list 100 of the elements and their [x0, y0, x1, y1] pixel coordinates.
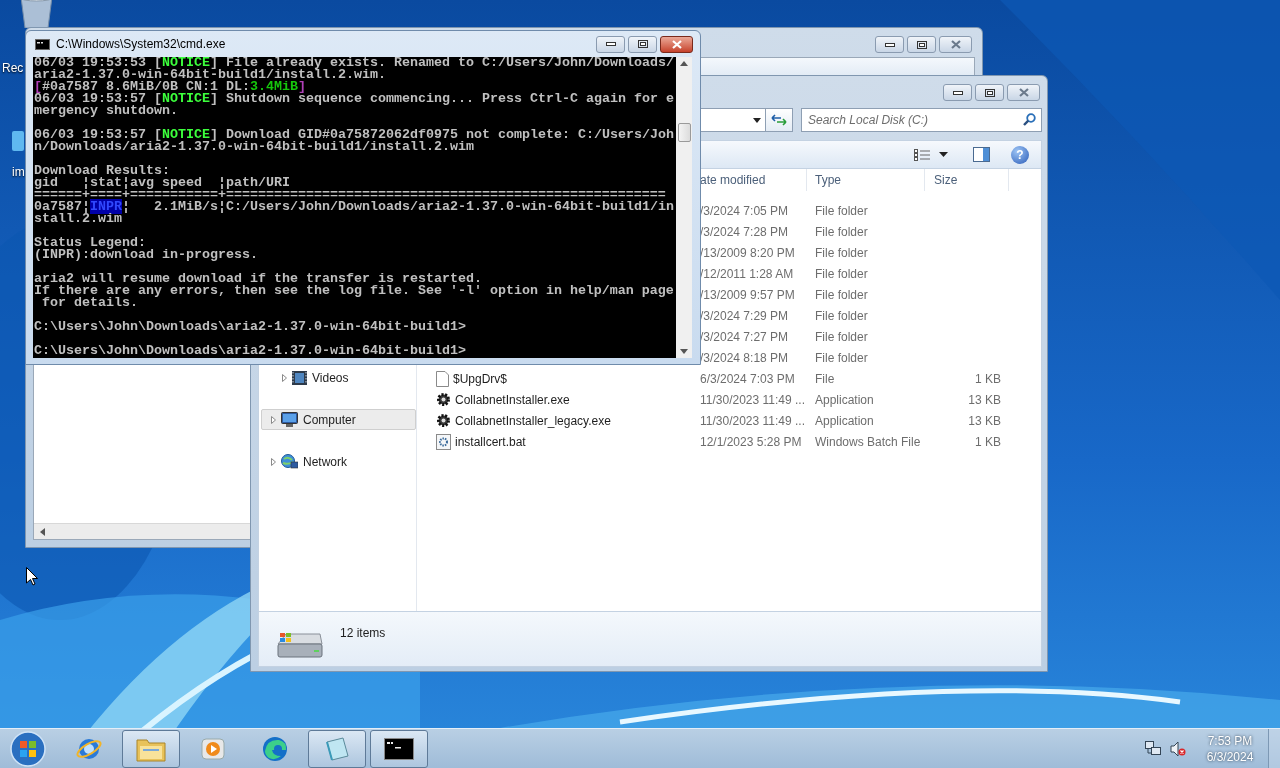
browser-icon	[261, 734, 289, 763]
terminal-icon	[384, 737, 414, 760]
type-cell: File folder	[815, 245, 868, 260]
globe-icon	[281, 454, 298, 469]
date-cell: 12/1/2023 5:28 PM	[700, 434, 802, 449]
caret-icon[interactable]	[753, 117, 761, 123]
date-cell: /3/2024 7:28 PM	[700, 224, 789, 239]
console-line: 06/03 19:53:57 [NOTICE] Download GID#0a75872062df0975 not complete: C:/Users/Joh	[34, 129, 675, 141]
console-line: aria2-1.37.0-win-64bit-build1/install.2.wim.	[34, 69, 387, 81]
type-cell: File folder	[815, 287, 868, 302]
console-line: 06/03 19:53:53 [NOTICE] File already exists. Renamed to C:/Users/John/Downloads/	[34, 57, 675, 69]
icon-label[interactable]: Rec	[2, 59, 24, 77]
console-line: n/Downloads/aria2-1.37.0-win-64bit-build1/install.2.wim	[34, 141, 475, 153]
document-icon	[436, 370, 449, 387]
console-line: mergency shutdown.	[34, 105, 179, 117]
expand-arrow-icon[interactable]	[271, 415, 276, 424]
console-line: Download Results:	[34, 165, 170, 177]
refresh-button[interactable]	[766, 108, 793, 132]
type-cell: File folder	[815, 203, 868, 218]
nav-item[interactable]: Network	[261, 451, 416, 472]
scrollbar[interactable]	[34, 523, 250, 539]
close-icon	[671, 39, 682, 49]
minimize-icon	[884, 42, 895, 47]
icon-label[interactable]: im	[12, 163, 25, 181]
scroll-down-icon[interactable]	[680, 349, 688, 354]
drive-icon	[276, 630, 324, 660]
minimize-button[interactable]	[875, 36, 904, 53]
minimize-icon	[952, 90, 963, 95]
nav-item[interactable]: Videos	[261, 367, 416, 388]
date-cell: /3/2024 7:27 PM	[700, 329, 789, 344]
date-cell: 11/30/2023 11:49 ...	[700, 413, 805, 428]
maximize-icon	[916, 40, 927, 49]
expand-arrow-icon[interactable]	[271, 457, 276, 466]
type-cell: Application	[815, 392, 874, 407]
gear-icon	[436, 413, 451, 428]
close-icon	[1018, 88, 1029, 97]
terminal-icon	[35, 38, 50, 50]
address-field[interactable]	[700, 108, 766, 132]
type-cell: File folder	[815, 224, 868, 239]
speaker-muted-icon[interactable]	[1170, 740, 1186, 757]
console-line: 06/03 19:53:57 [NOTICE] Shutdown sequence commencing... Press Ctrl-C again for e	[34, 93, 675, 105]
scroll-up-icon[interactable]	[680, 61, 688, 66]
notepad-icon	[323, 735, 351, 762]
search-field[interactable]: Search Local Disk (C:)	[801, 108, 1042, 132]
date-cell: /13/2009 9:57 PM	[700, 287, 795, 302]
refresh-icon	[771, 114, 787, 126]
gear-icon	[436, 392, 451, 407]
date-cell: /12/2011 1:28 AM	[700, 266, 794, 281]
caret-icon[interactable]	[939, 152, 948, 157]
view-options-icon[interactable]	[914, 148, 930, 161]
console-line: C:\Users\John\Downloads\aria2-1.37.0-win-64bit-build1>	[34, 345, 467, 357]
file-name[interactable]: $UpgDrv$	[453, 369, 508, 388]
minimize-button[interactable]	[943, 84, 972, 101]
item-count: 12 items	[340, 625, 386, 642]
file-name[interactable]: CollabnetInstaller.exe	[455, 390, 570, 409]
search-icon[interactable]	[1023, 113, 1036, 126]
type-cell: File folder	[815, 308, 868, 323]
close-button[interactable]	[660, 35, 693, 53]
size-cell-text: 13 KB	[968, 391, 1001, 409]
computer-icon	[281, 412, 298, 427]
maximize-button[interactable]	[907, 36, 936, 53]
console-line: stall.2.wim	[34, 213, 123, 225]
gear-document-icon	[436, 433, 451, 450]
network-icon[interactable]	[1145, 740, 1161, 757]
console-line: gid ¦stat¦avg speed ¦path/URI	[34, 177, 291, 189]
maximize-icon	[984, 88, 995, 97]
file-name[interactable]: CollabnetInstaller_legacy.exe	[455, 411, 611, 430]
expand-arrow-icon[interactable]	[282, 373, 287, 382]
scroll-left-icon[interactable]	[40, 527, 46, 536]
show-desktop-button[interactable]	[1268, 728, 1280, 768]
image-icon[interactable]	[11, 130, 24, 152]
column-header[interactable]: Type	[807, 169, 925, 191]
window-title: C:\Windows\System32\cmd.exe	[56, 36, 227, 53]
scrollbar[interactable]	[676, 57, 692, 358]
nav-item[interactable]: Computer	[261, 409, 416, 430]
date-cell: 11/30/2023 11:49 ...	[700, 392, 805, 407]
console-line: C:\Users\John\Downloads\aria2-1.37.0-win-64bit-build1>	[34, 321, 467, 333]
mouse-pointer-icon	[26, 567, 38, 586]
date-cell: /13/2009 8:20 PM	[700, 245, 795, 260]
size-cell-text: 13 KB	[968, 412, 1001, 430]
console-line: (INPR):download in-progress.	[34, 249, 259, 261]
column-header[interactable]: Size	[925, 169, 1009, 191]
size-cell-text: 1 KB	[975, 433, 1001, 451]
scroll-thumb[interactable]	[677, 123, 691, 142]
maximize-button[interactable]	[628, 35, 657, 53]
console-line: for details.	[41, 297, 138, 309]
start-button[interactable]	[8, 729, 48, 768]
play-icon	[201, 736, 225, 761]
date-cell: 6/3/2024 7:03 PM	[700, 371, 795, 386]
minimize-icon	[605, 42, 616, 46]
console-line: Status Legend:	[34, 237, 146, 249]
file-name[interactable]: installcert.bat	[455, 432, 526, 451]
size-cell-text: 1 KB	[975, 370, 1001, 388]
preview-pane-icon[interactable]	[973, 147, 990, 162]
maximize-icon	[637, 40, 648, 48]
console-line: If there are any errors, then see the log file. See '-l' option in help/man page	[34, 285, 675, 297]
maximize-button[interactable]	[975, 84, 1004, 101]
minimize-button[interactable]	[596, 35, 625, 53]
taskbar-button[interactable]	[370, 729, 428, 768]
console-line: [#0a7587 8.6MiB/0B CN:1 DL:3.4MiB]	[34, 81, 307, 93]
